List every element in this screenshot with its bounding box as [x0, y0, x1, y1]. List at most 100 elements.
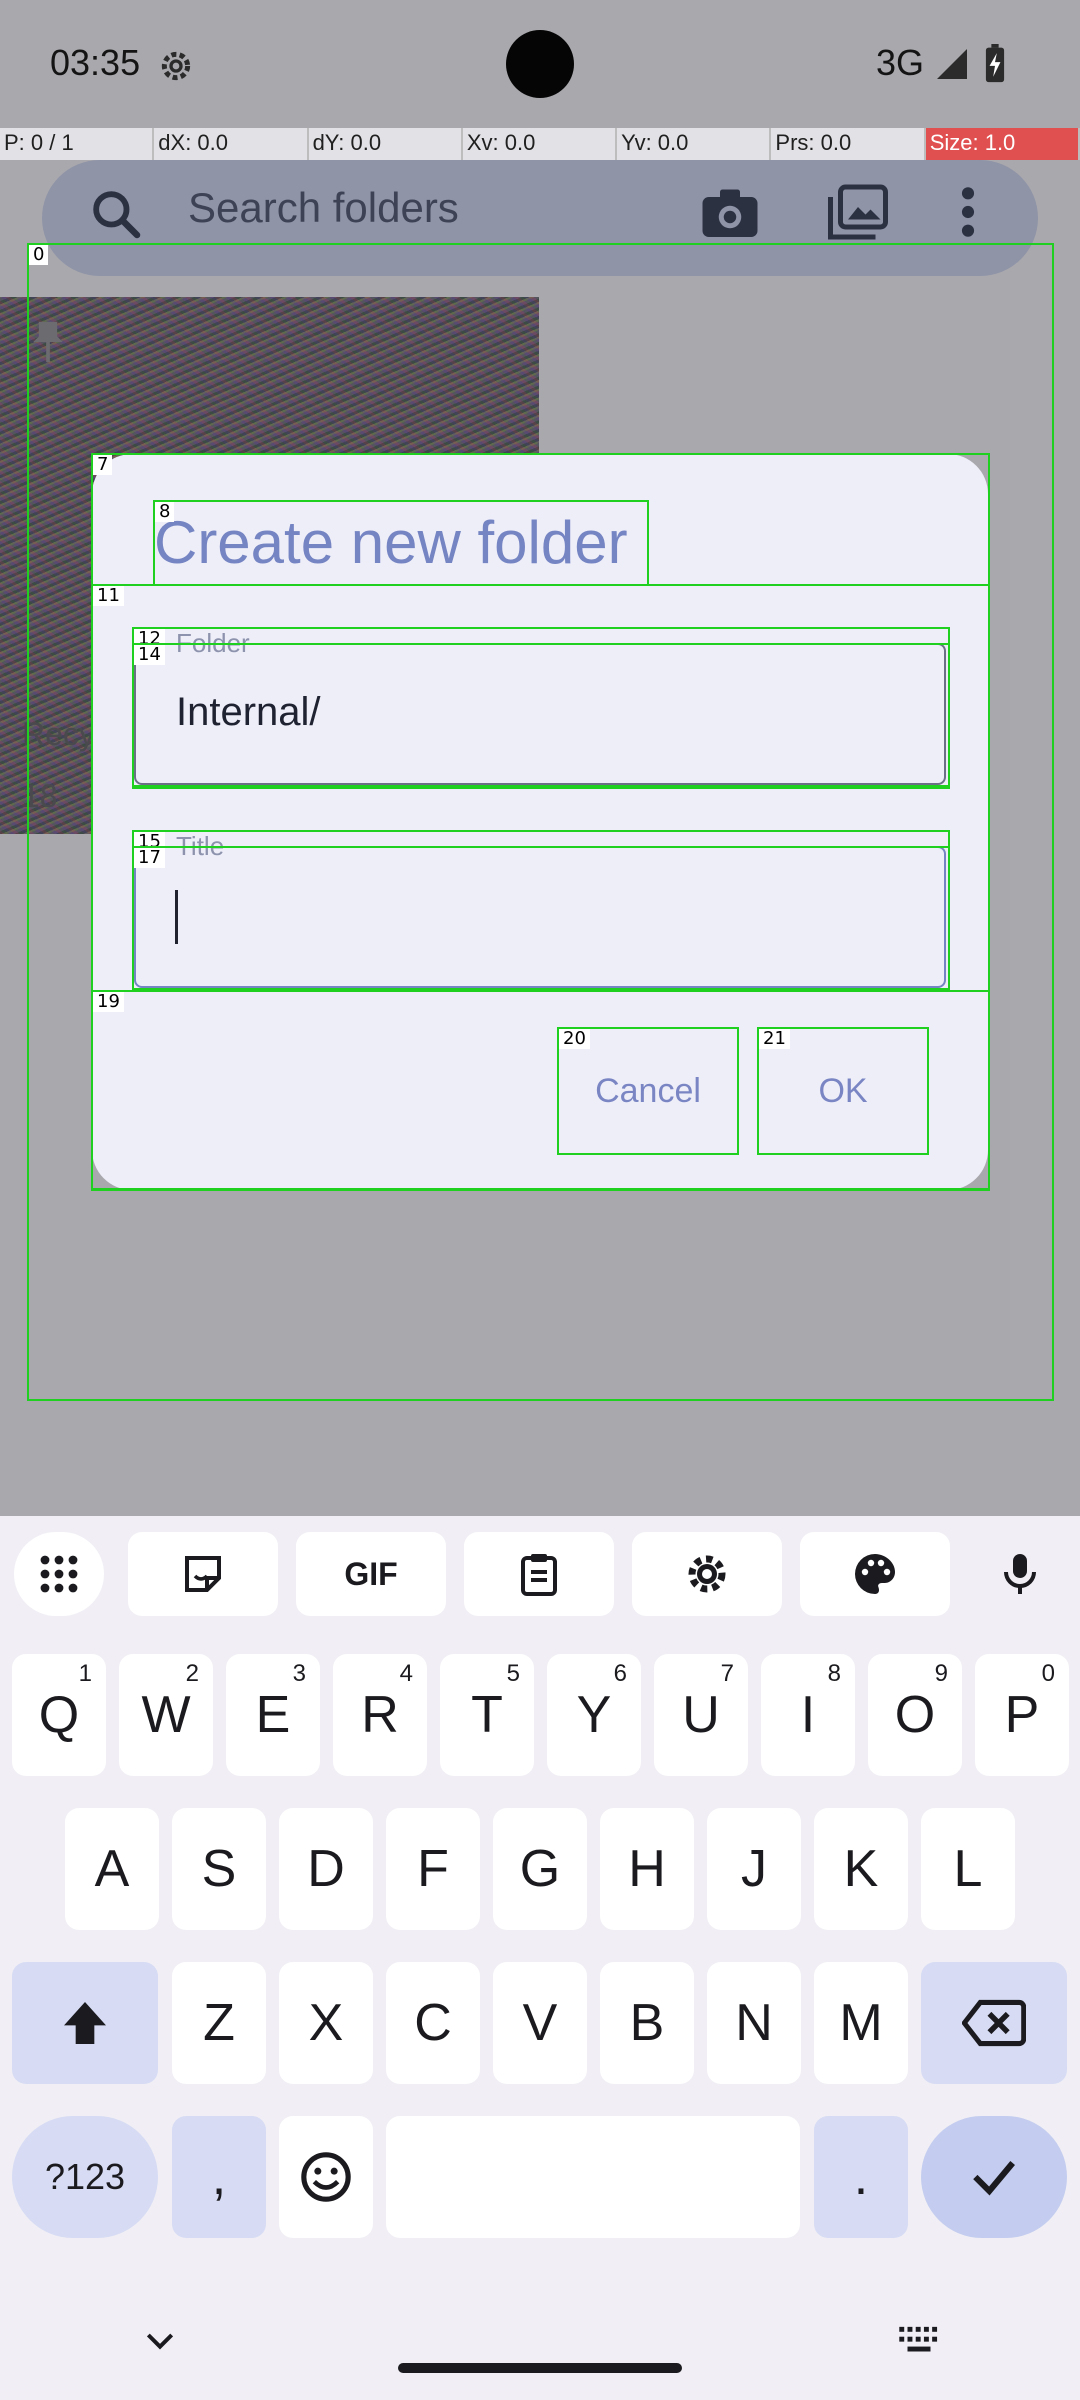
key-u-label: U	[682, 1686, 720, 1744]
key-b[interactable]: B	[600, 1962, 694, 2084]
debug-tag-11: 11	[93, 586, 124, 606]
key-m[interactable]: M	[814, 1962, 908, 2084]
key-q[interactable]: Q1	[12, 1654, 106, 1776]
key-z[interactable]: Z	[172, 1962, 266, 2084]
shift-icon	[64, 2002, 106, 2044]
apps-grid-button[interactable]	[14, 1532, 104, 1616]
key-r-label: R	[361, 1686, 399, 1744]
apps-grid-icon	[40, 1555, 78, 1593]
folder-count: 18	[22, 778, 58, 814]
keyboard	[0, 1516, 1080, 2400]
enter-key[interactable]	[921, 2116, 1067, 2238]
key-w[interactable]: W2	[119, 1654, 213, 1776]
folder-name: Recy	[22, 716, 95, 752]
key-t-label: T	[471, 1686, 503, 1744]
key-e-hint: 3	[292, 1660, 306, 1687]
key-h[interactable]: H	[600, 1808, 694, 1930]
key-i-hint: 8	[827, 1660, 841, 1687]
key-q-hint: 1	[78, 1660, 92, 1687]
key-u-hint: 7	[720, 1660, 734, 1687]
key-t[interactable]: T5	[440, 1654, 534, 1776]
debug-size: Size: 1.0	[925, 128, 1080, 160]
key-o-label: O	[894, 1686, 936, 1744]
key-p-hint: 0	[1041, 1660, 1055, 1687]
more-vert-icon[interactable]	[956, 184, 980, 240]
title-field[interactable]	[134, 846, 946, 988]
key-w-hint: 2	[185, 1660, 199, 1687]
debug-pressure: Prs: 0.0	[771, 128, 926, 160]
settings-icon	[688, 1555, 726, 1593]
debug-pointer: P: 0 / 1	[0, 128, 155, 160]
camera-cutout	[506, 30, 574, 98]
key-j[interactable]: J	[707, 1808, 801, 1930]
hide-keyboard-icon[interactable]	[140, 2320, 180, 2360]
sticker-button[interactable]	[128, 1532, 278, 1616]
backspace-key[interactable]	[921, 1962, 1067, 2084]
key-e[interactable]: E3	[226, 1654, 320, 1776]
key-f[interactable]: F	[386, 1808, 480, 1930]
key-e-label: E	[255, 1686, 291, 1744]
status-time: 03:35	[50, 42, 141, 83]
period-key[interactable]: .	[814, 2116, 908, 2238]
key-n[interactable]: N	[707, 1962, 801, 2084]
space-key[interactable]	[386, 2116, 800, 2238]
clipboard-icon	[521, 1554, 557, 1596]
palette-icon	[855, 1554, 895, 1594]
debug-tag-19: 19	[93, 992, 124, 1012]
gallery-icon[interactable]	[828, 184, 888, 240]
shift-key[interactable]	[12, 1962, 158, 2084]
debug-tag-17: 17	[134, 848, 165, 868]
text-cursor	[175, 890, 178, 944]
voice-input-button[interactable]	[978, 1532, 1062, 1616]
clipboard-button[interactable]	[464, 1532, 614, 1616]
pin-icon	[33, 321, 63, 363]
debug-xv: Xv: 0.0	[463, 128, 618, 160]
key-w-label: W	[141, 1686, 191, 1744]
pointer-debug-bar: P: 0 / 1 dX: 0.0 dY: 0.0 Xv: 0.0 Yv: 0.0…	[0, 128, 1080, 160]
settings-icon	[161, 51, 191, 81]
key-a[interactable]: A	[65, 1808, 159, 1930]
camera-icon[interactable]	[700, 184, 760, 240]
key-l[interactable]: L	[921, 1808, 1015, 1930]
signal-icon	[937, 49, 967, 79]
search-input[interactable]: Search folders	[188, 184, 459, 232]
key-g[interactable]: G	[493, 1808, 587, 1930]
key-d[interactable]: D	[279, 1808, 373, 1930]
keyboard-switch-icon[interactable]	[896, 2320, 942, 2360]
key-u[interactable]: U7	[654, 1654, 748, 1776]
key-q-label: Q	[38, 1686, 80, 1744]
key-y[interactable]: Y6	[547, 1654, 641, 1776]
dialog-title: Create new folder	[154, 509, 628, 576]
symbols-key[interactable]: ?123	[12, 2116, 158, 2238]
folder-field-value[interactable]: Internal/	[176, 690, 321, 735]
debug-dy: dY: 0.0	[309, 128, 463, 160]
key-o[interactable]: O9	[868, 1654, 962, 1776]
debug-tag-14: 14	[134, 645, 165, 665]
gif-label: GIF	[344, 1555, 398, 1592]
theme-button[interactable]	[800, 1532, 950, 1616]
key-r[interactable]: R4	[333, 1654, 427, 1776]
title-field-label: Title	[170, 831, 231, 862]
keyboard-settings-button[interactable]	[632, 1532, 782, 1616]
key-t-hint: 5	[506, 1660, 520, 1687]
debug-tag-20: 20	[559, 1029, 590, 1049]
key-i[interactable]: I8	[761, 1654, 855, 1776]
key-k[interactable]: K	[814, 1808, 908, 1930]
key-c[interactable]: C	[386, 1962, 480, 2084]
emoji-key[interactable]	[279, 2116, 373, 2238]
key-p-label: P	[1004, 1686, 1040, 1744]
debug-yv: Yv: 0.0	[617, 128, 772, 160]
debug-dx: dX: 0.0	[154, 128, 309, 160]
key-p[interactable]: P0	[975, 1654, 1069, 1776]
home-gesture-bar[interactable]	[398, 2363, 682, 2373]
search-icon[interactable]	[88, 186, 144, 242]
key-x[interactable]: X	[279, 1962, 373, 2084]
key-s[interactable]: S	[172, 1808, 266, 1930]
debug-tag-8: 8	[155, 502, 175, 522]
comma-key[interactable]: ,	[172, 2116, 266, 2238]
debug-tag-0: 0	[29, 245, 49, 265]
network-type: 3G	[876, 42, 925, 83]
key-v[interactable]: V	[493, 1962, 587, 2084]
backspace-icon	[962, 1999, 1026, 2047]
gif-button[interactable]: GIF	[296, 1532, 446, 1616]
